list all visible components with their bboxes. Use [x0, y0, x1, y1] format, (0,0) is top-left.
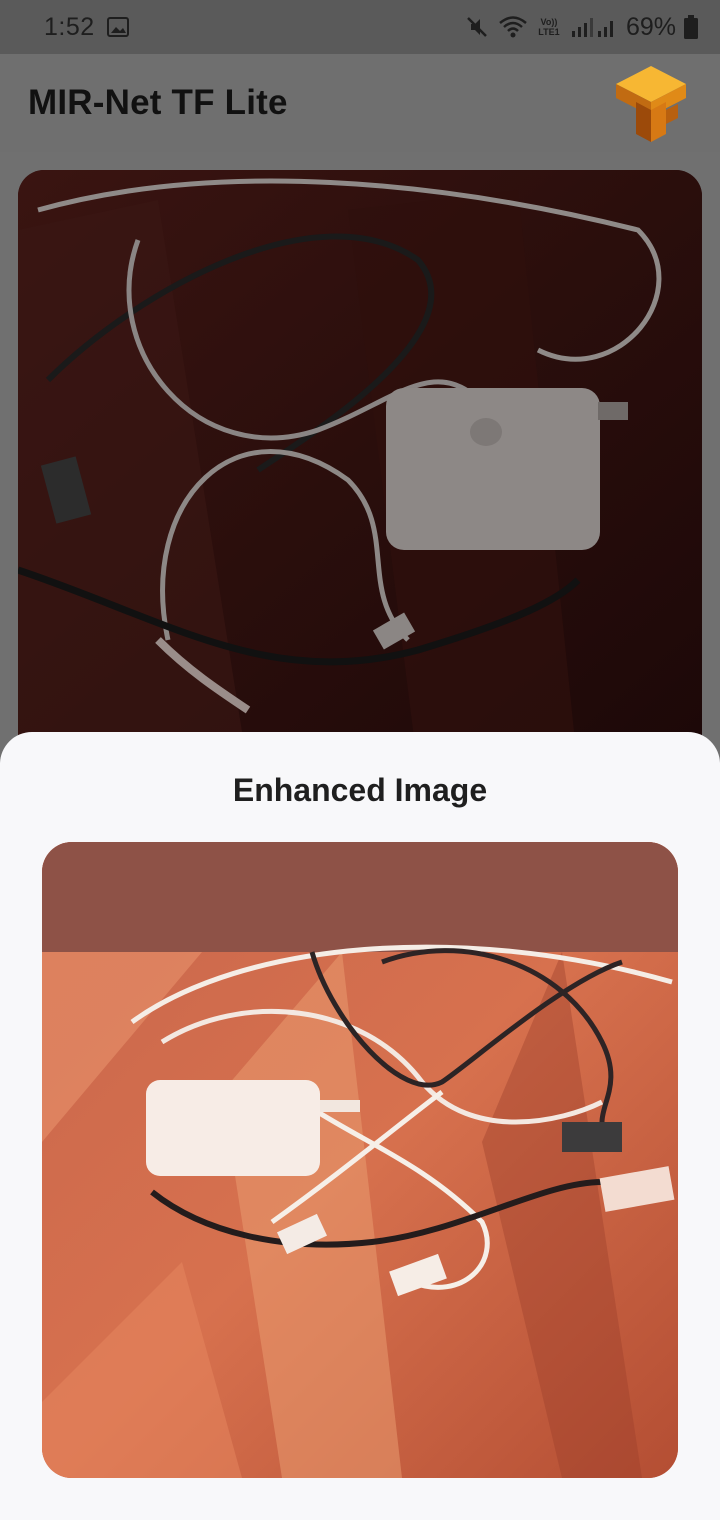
- app-bar: MIR-Net TF Lite: [0, 54, 720, 152]
- tensorflow-logo-icon: [616, 66, 686, 142]
- sheet-title: Enhanced Image: [232, 772, 488, 808]
- status-bar: 1:52 Vo)) LTE1 69%: [0, 0, 720, 54]
- wifi-icon: [499, 16, 527, 38]
- gallery-icon: [106, 17, 129, 37]
- enhanced-image: [42, 842, 678, 1478]
- status-icons: Vo)) LTE1 69%: [464, 13, 698, 42]
- bottom-sheet: Enhanced Image: [0, 732, 720, 1520]
- app-title: MIR-Net TF Lite: [28, 83, 288, 122]
- signal-icon: [571, 18, 613, 37]
- original-image: [18, 170, 702, 770]
- mute-icon: [467, 17, 487, 37]
- battery-icon: [684, 15, 698, 39]
- battery-percent: 69%: [625, 12, 676, 41]
- status-time: 1:52: [44, 12, 95, 41]
- network-label: Vo)) LTE1: [538, 17, 560, 37]
